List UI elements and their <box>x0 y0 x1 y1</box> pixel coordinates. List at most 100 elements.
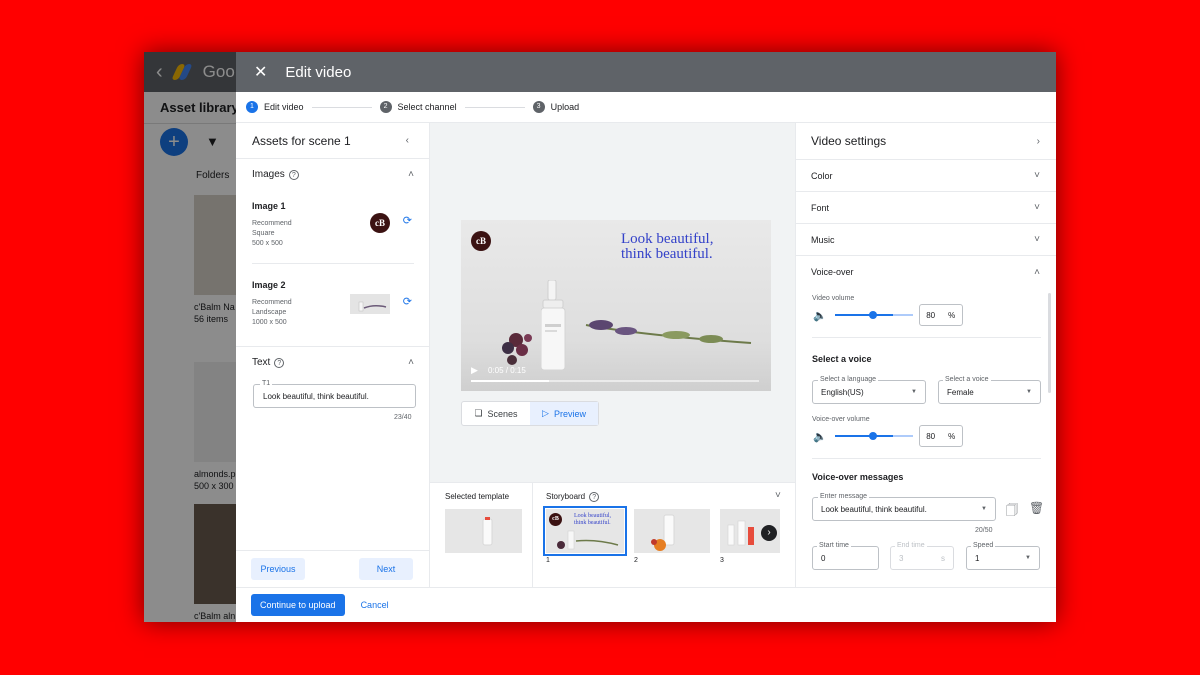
scenes-label: Scenes <box>487 408 518 419</box>
preview-tab[interactable]: ▷ Preview <box>530 402 598 425</box>
dropdown-arrow-icon: ▼ <box>911 389 917 395</box>
frame-art <box>651 514 675 551</box>
settings-scrollbar[interactable] <box>1048 293 1051 393</box>
chevron-right-icon[interactable]: › <box>761 525 777 541</box>
video-volume-control: 🔈 80% <box>813 304 963 326</box>
assets-panel: Assets for scene 1 ‹ Images? ˄ Image 1 R… <box>236 123 430 587</box>
close-icon[interactable]: ✕ <box>254 62 267 82</box>
scenes-icon: ❏ <box>474 408 483 418</box>
preview-label: Preview <box>553 408 586 419</box>
dropdown-arrow-icon: ▼ <box>981 506 987 512</box>
volume-icon[interactable]: 🔈 <box>813 430 827 443</box>
video-settings-header[interactable]: Video settings › <box>796 123 1056 160</box>
dialog-title: Edit video <box>285 63 352 81</box>
video-volume-slider[interactable] <box>834 311 893 319</box>
preview-column: cB Look beautiful, think beautiful. ▶ 0:… <box>430 123 795 588</box>
voiceover-volume-input[interactable]: 80% <box>918 425 963 447</box>
next-button[interactable]: Next <box>359 558 413 580</box>
image-1-thumbnail[interactable]: cB <box>370 213 390 233</box>
step-edit-video[interactable]: 1 Edit video <box>246 101 304 113</box>
font-accordion[interactable]: Font ˅ <box>796 192 1056 224</box>
replace-image-icon[interactable]: ⟳ <box>403 295 412 308</box>
image-2-thumbnail[interactable] <box>350 294 390 314</box>
voiceover-volume-label: Voice-over volume <box>812 416 870 423</box>
dropdown-arrow-icon: ▼ <box>1025 555 1031 561</box>
chevron-up-icon[interactable]: ˄ <box>408 357 414 368</box>
slider-rest-track <box>892 314 913 316</box>
chevron-down-icon[interactable]: ˅ <box>775 490 781 501</box>
chevron-up-icon[interactable]: ˄ <box>408 169 414 180</box>
headline-line-1: Look beautiful, <box>621 231 714 247</box>
dialog-footer: Continue to upload Cancel <box>236 587 1056 622</box>
music-accordion[interactable]: Music ˅ <box>796 224 1056 256</box>
text-heading: Text <box>252 357 271 368</box>
slider-thumb[interactable] <box>868 311 877 319</box>
language-select[interactable]: English(US) ▼ <box>812 380 926 404</box>
chevron-right-icon[interactable]: › <box>1037 136 1040 147</box>
slider-thumb[interactable] <box>868 432 877 440</box>
message-counter: 20/50 <box>975 527 993 534</box>
speed-label: Speed <box>971 542 996 549</box>
image-2-meta3: 1000 x 500 <box>252 319 287 326</box>
step-label: Upload <box>550 102 580 112</box>
video-progress-bar[interactable] <box>471 380 759 382</box>
step-select-channel[interactable]: 2 Select channel <box>379 101 457 113</box>
video-headline: Look beautiful, think beautiful. <box>621 232 751 262</box>
color-accordion[interactable]: Color ˅ <box>796 160 1056 192</box>
message-select[interactable]: Look beautiful, think beautiful. ▼ <box>812 497 996 521</box>
text-t1-field[interactable]: Look beautiful, think beautiful. <box>253 384 416 408</box>
text-to-speech-icon[interactable]: 🗍 <box>1006 501 1018 522</box>
speed-select[interactable]: 1 ▼ <box>966 546 1040 570</box>
chevron-down-icon: ˅ <box>1034 170 1040 181</box>
image-2-name: Image 2 <box>252 280 286 290</box>
step-upload[interactable]: 3 Upload <box>532 101 580 113</box>
step-number: 3 <box>532 101 545 113</box>
storyboard-frame-1[interactable]: cB Look beautiful, think beautiful. <box>543 506 627 556</box>
chevron-left-icon[interactable]: ‹ <box>406 135 409 146</box>
images-heading: Images <box>252 169 285 180</box>
end-time-unit: s <box>941 554 945 563</box>
music-label: Music <box>811 234 835 245</box>
voice-label: Select a voice <box>943 376 991 383</box>
voiceover-volume-slider[interactable] <box>834 432 893 440</box>
replace-image-icon[interactable]: ⟳ <box>403 214 412 227</box>
volume-icon[interactable]: 🔈 <box>813 309 827 322</box>
step-label: Select channel <box>397 102 457 112</box>
voice-select[interactable]: Female ▼ <box>938 380 1041 404</box>
voiceover-messages-heading: Voice-over messages <box>812 472 904 482</box>
images-section-header[interactable]: Images? ˄ <box>236 169 430 180</box>
enter-message-label: Enter message <box>818 493 870 500</box>
video-volume-input[interactable]: 80% <box>918 304 963 326</box>
view-toggle: ❏ Scenes ▷ Preview <box>461 401 599 426</box>
divider <box>252 263 414 264</box>
step-number: 1 <box>246 101 258 113</box>
speed-value: 1 <box>975 554 980 563</box>
cancel-button[interactable]: Cancel <box>361 600 389 610</box>
help-icon[interactable]: ? <box>274 358 285 368</box>
start-time-label: Start time <box>817 542 851 549</box>
continue-to-upload-button[interactable]: Continue to upload <box>251 594 345 616</box>
screenshot-frame: ‹ Goo Asset library + ▼ Folders c'Balm N… <box>144 52 1056 622</box>
start-time-input[interactable]: 0 <box>812 546 879 570</box>
scenes-tab[interactable]: ❏ Scenes <box>462 402 530 425</box>
video-player[interactable]: cB Look beautiful, think beautiful. ▶ 0:… <box>461 220 771 391</box>
text-t1-label: T1 <box>260 380 273 387</box>
storyboard-frame-2[interactable] <box>634 509 710 553</box>
step-label: Edit video <box>264 102 304 112</box>
video-volume-value: 80 <box>926 310 936 320</box>
step-connector <box>464 106 525 108</box>
voiceover-accordion[interactable]: Voice-over ˄ <box>796 256 1056 288</box>
previous-button[interactable]: Previous <box>251 558 305 580</box>
message-value: Look beautiful, think beautiful. <box>821 505 927 514</box>
template-art <box>482 517 493 546</box>
text-section-header[interactable]: Text? ˄ <box>236 357 430 368</box>
play-icon[interactable]: ▶ <box>471 365 478 376</box>
image-2-thumbnail-art <box>358 301 387 312</box>
select-voice-heading: Select a voice <box>812 354 872 364</box>
storyboard-label: Storyboard? <box>546 492 600 502</box>
chevron-up-icon: ˄ <box>1034 266 1040 278</box>
help-icon[interactable]: ? <box>288 170 299 180</box>
selected-template-thumbnail[interactable] <box>445 509 522 553</box>
help-icon[interactable]: ? <box>589 492 600 502</box>
delete-icon[interactable]: 🗑 <box>1029 501 1044 515</box>
